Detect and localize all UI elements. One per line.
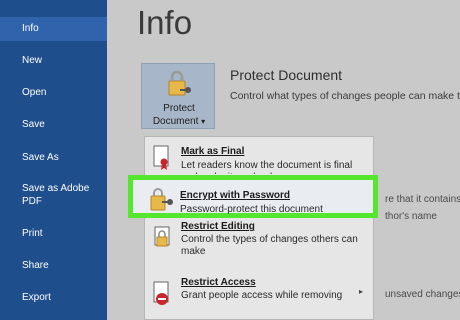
menu-item-restrict-access[interactable]: Restrict Access Grant people access whil… xyxy=(145,277,373,319)
restricted-document-icon xyxy=(153,281,169,305)
nav-label: Info xyxy=(22,23,39,34)
nav-label: Save xyxy=(22,119,45,130)
nav-item-export[interactable]: Export xyxy=(0,291,107,304)
nav-item-save[interactable]: Save xyxy=(0,118,107,131)
inspect-text-3: unsaved changes. xyxy=(385,289,460,300)
menu-item-encrypt-with-password[interactable]: Encrypt with Password Password-protect t… xyxy=(128,175,378,218)
menu-item-mark-as-final[interactable]: Mark as Final Let readers know the docum… xyxy=(145,141,373,177)
protect-document-heading: Protect Document xyxy=(230,67,343,83)
nav-item-save-as-pdf[interactable]: Save as Adobe PDF xyxy=(0,182,107,208)
lock-key-icon xyxy=(150,188,173,211)
page-title: Info xyxy=(137,4,193,41)
menu-item-title: Restrict Access xyxy=(181,277,256,288)
protect-label-line2: Document xyxy=(152,116,199,127)
nav-label: Open xyxy=(22,87,47,98)
protect-dropdown-menu: Mark as Final Let readers know the docum… xyxy=(144,136,374,320)
backstage-sidebar: Info New Open Save Save As Save as Adobe… xyxy=(0,0,107,320)
nav-label: Save As xyxy=(22,152,59,163)
document-ribbon-icon xyxy=(153,145,169,170)
nav-item-save-as[interactable]: Save As xyxy=(0,151,107,164)
protect-button-label: Protect Document ▾ xyxy=(142,102,216,128)
nav-label: Export xyxy=(22,292,51,303)
nav-label: Share xyxy=(22,260,49,271)
nav-item-open[interactable]: Open xyxy=(0,86,107,99)
menu-item-restrict-editing[interactable]: Restrict Editing Control the types of ch… xyxy=(145,221,373,267)
menu-item-desc: Grant people access while removing xyxy=(181,290,343,301)
chevron-right-icon: ▸ xyxy=(359,287,364,296)
menu-item-title: Mark as Final xyxy=(181,146,245,157)
nav-item-info[interactable]: Info xyxy=(0,17,107,41)
lock-key-icon xyxy=(168,70,191,96)
protect-label-line1: Protect xyxy=(163,103,195,114)
menu-item-title: Restrict Editing xyxy=(181,221,255,232)
nav-label: Save as Adobe PDF xyxy=(22,183,90,207)
protect-document-description: Control what types of changes people can… xyxy=(230,90,460,102)
nav-label: Print xyxy=(22,228,43,239)
lock-document-icon xyxy=(154,226,170,247)
chevron-down-icon: ▾ xyxy=(201,117,206,126)
nav-item-share[interactable]: Share xyxy=(0,259,107,272)
menu-item-desc: Password-protect this document xyxy=(180,204,323,215)
nav-item-print[interactable]: Print xyxy=(0,227,107,240)
nav-label: New xyxy=(22,55,43,66)
inspect-text-2: thor's name xyxy=(385,211,437,222)
menu-item-desc: Let readers know the document is final a… xyxy=(181,160,353,174)
menu-item-desc: Control the types of changes others can … xyxy=(181,234,358,257)
inspect-text-1: re that it contains: xyxy=(385,194,460,205)
menu-item-title: Encrypt with Password xyxy=(180,190,291,201)
nav-item-new[interactable]: New xyxy=(0,54,107,67)
protect-document-button[interactable]: Protect Document ▾ xyxy=(141,63,215,129)
